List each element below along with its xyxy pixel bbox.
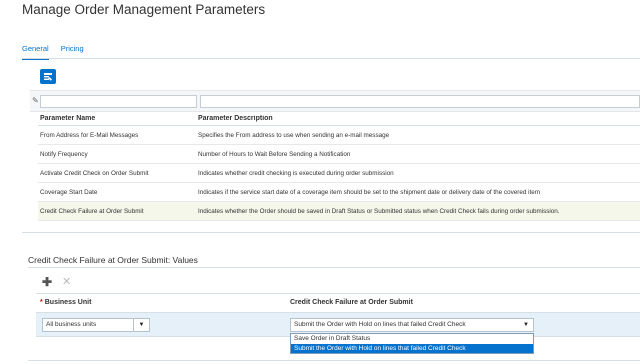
column-header-parameter-name[interactable]: Parameter Name (38, 115, 198, 122)
clear-filter-icon[interactable]: ✎ (32, 96, 39, 105)
parameter-description: Specifies the From address to use when s… (198, 131, 390, 139)
values-table-header: * Business Unit Credit Check Failure at O… (36, 293, 640, 313)
table-row[interactable]: Coverage Start Date Indicates if the ser… (38, 183, 640, 202)
parameter-name: Notify Frequency (40, 150, 88, 158)
column-header-business-unit[interactable]: * Business Unit (40, 299, 91, 306)
credit-check-dropdown-list: Save Order in Draft Status Submit the Or… (290, 333, 534, 354)
dropdown-option[interactable]: Save Order in Draft Status (291, 334, 533, 344)
parameter-name: Coverage Start Date (40, 188, 98, 196)
column-header-parameter-description[interactable]: Parameter Description (198, 115, 640, 122)
table-row[interactable]: Activate Credit Check on Order Submit In… (38, 164, 640, 183)
table-row-selected[interactable]: Credit Check Failure at Order Submit Ind… (38, 202, 640, 221)
parameter-name-filter-input[interactable] (40, 95, 197, 108)
tab-divider (22, 58, 640, 59)
chevron-down-icon[interactable]: ▼ (523, 319, 529, 331)
business-unit-value: All business units (46, 321, 97, 328)
business-unit-select[interactable]: All business units ▼ (42, 318, 150, 332)
parameter-name: From Address for E-Mail Messages (40, 131, 139, 139)
table-header: Parameter Name Parameter Description (38, 112, 640, 126)
parameter-description: Indicates if the service start date of a… (198, 188, 540, 196)
section-divider (28, 267, 640, 268)
filter-row (30, 90, 640, 112)
plus-icon: ✚ (42, 275, 53, 289)
add-row-button[interactable]: ✚ (42, 275, 52, 289)
parameter-name: Credit Check Failure at Order Submit (40, 207, 144, 215)
parameter-description: Indicates whether the Order should be sa… (198, 207, 560, 215)
bottom-divider (28, 360, 640, 361)
credit-check-failure-select[interactable]: Submit the Order with Hold on lines that… (290, 318, 534, 332)
table-row[interactable]: From Address for E-Mail Messages Specifi… (38, 126, 640, 145)
table-row[interactable]: Notify Frequency Number of Hours to Wait… (38, 145, 640, 164)
query-by-example-button[interactable] (40, 69, 56, 84)
panel-divider (22, 232, 640, 233)
column-header-credit-check[interactable]: Credit Check Failure at Order Submit (290, 299, 413, 306)
parameter-description-filter-input[interactable] (200, 95, 640, 108)
parameter-description: Number of Hours to Wait Before Sending a… (198, 150, 351, 158)
chevron-down-icon[interactable]: ▼ (133, 319, 149, 331)
delete-row-button[interactable]: ✕ (62, 275, 71, 288)
values-section-title: Credit Check Failure at Order Submit: Va… (28, 255, 198, 265)
parameter-name: Activate Credit Check on Order Submit (40, 169, 149, 177)
dropdown-option-highlighted[interactable]: Submit the Order with Hold on lines that… (291, 343, 533, 353)
page-title: Manage Order Management Parameters (22, 2, 266, 17)
edit-query-icon (44, 72, 52, 81)
parameter-description: Indicates whether credit checking is exe… (198, 169, 394, 177)
column-label: Business Unit (44, 299, 92, 306)
parameters-table: Parameter Name Parameter Description Fro… (38, 112, 640, 221)
close-icon: ✕ (62, 276, 72, 288)
required-marker: * (40, 299, 43, 306)
credit-check-value: Submit the Order with Hold on lines that… (294, 321, 466, 328)
